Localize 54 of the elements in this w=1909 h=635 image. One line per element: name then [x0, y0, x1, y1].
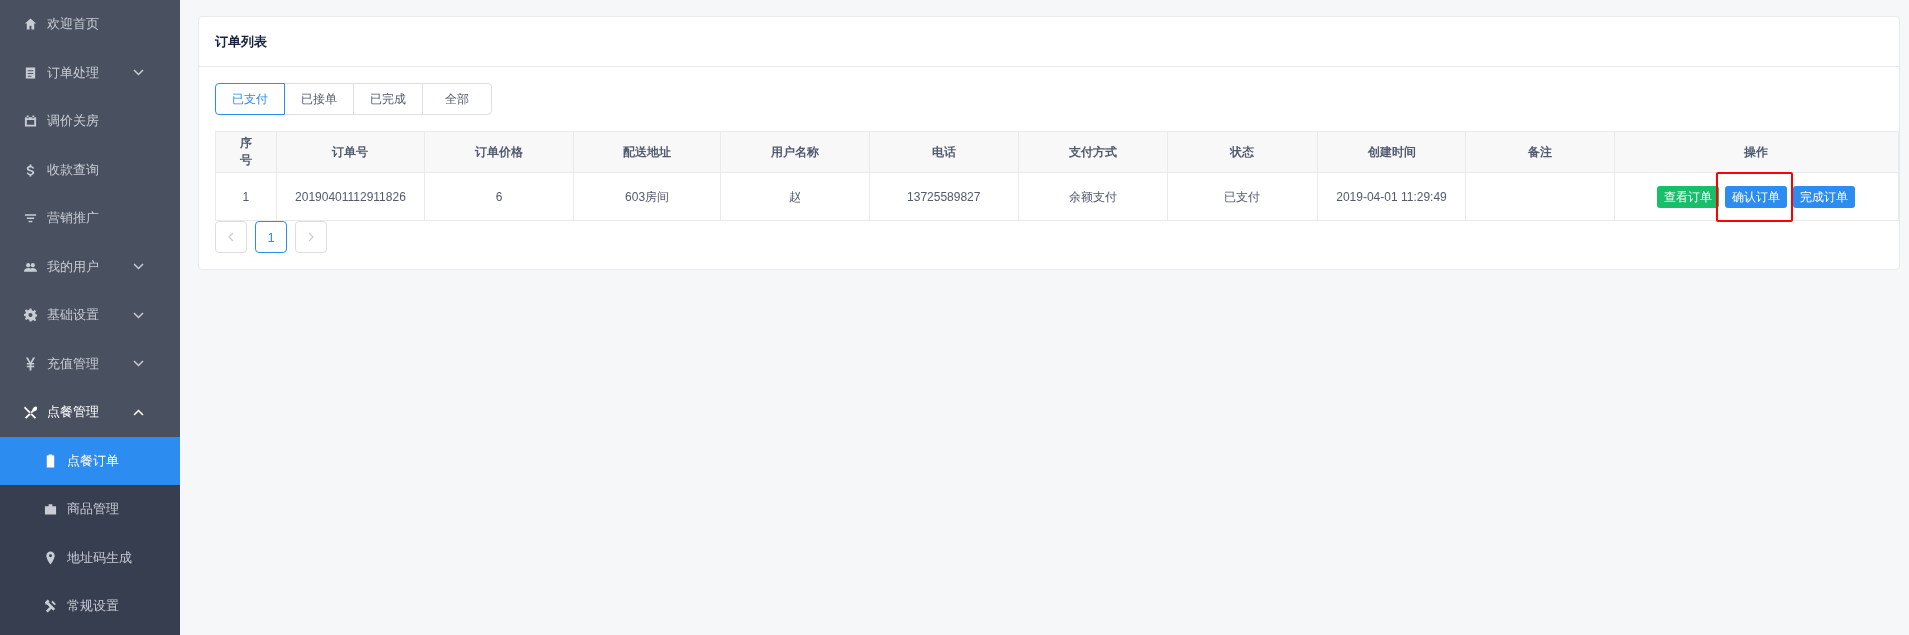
chevron-left-icon	[228, 232, 234, 242]
column-header: 订单号	[276, 131, 425, 173]
table-cell: 6	[424, 172, 574, 221]
sidebar-subitem[interactable]: 商品管理	[0, 485, 180, 534]
dollar-icon	[24, 162, 37, 177]
status-tab[interactable]: 全部	[422, 83, 492, 115]
column-header: 订单价格	[424, 131, 574, 173]
sidebar-item[interactable]: 调价关房	[0, 97, 180, 146]
document-icon	[24, 65, 37, 80]
action-button[interactable]: 确认订单	[1725, 185, 1788, 208]
sidebar-item[interactable]: 营销推广	[0, 194, 180, 243]
home-icon	[24, 17, 37, 32]
table-cell: 余额支付	[1018, 172, 1168, 221]
yen-icon	[24, 356, 37, 371]
table-cell: 1	[215, 172, 277, 221]
column-header: 操作	[1614, 131, 1899, 173]
sidebar-subitem[interactable]: 点餐订单	[0, 436, 180, 485]
clipboard-icon	[44, 453, 57, 468]
table-cell: 2019-04-01 11:29:49	[1317, 172, 1466, 221]
column-header: 支付方式	[1018, 131, 1168, 173]
card-title: 订单列表	[215, 32, 267, 51]
sidebar-item[interactable]: 欢迎首页	[0, 0, 180, 49]
sidebar-item[interactable]: 基础设置	[0, 291, 180, 340]
table-cell: 赵	[720, 172, 870, 221]
column-header: 用户名称	[720, 131, 870, 173]
sidebar-item[interactable]: 收款查询	[0, 145, 180, 194]
sidebar-subitem[interactable]: 常规设置	[0, 582, 180, 631]
column-header: 电话	[869, 131, 1019, 173]
status-tab[interactable]: 已支付	[215, 83, 285, 115]
column-header: 序号	[215, 131, 277, 173]
briefcase-icon	[44, 502, 57, 517]
sidebar-item[interactable]: 订单处理	[0, 48, 180, 97]
utensils-icon	[24, 405, 37, 420]
calendar-icon	[24, 114, 37, 129]
table-cell: 已支付	[1167, 172, 1318, 221]
sidebar-item[interactable]: 充值管理	[0, 339, 180, 388]
sidebar-item[interactable]: 我的用户	[0, 242, 180, 291]
chevron-right-icon	[308, 232, 314, 242]
status-tab[interactable]: 已接单	[284, 83, 354, 115]
column-header: 创建时间	[1317, 131, 1466, 173]
column-header: 备注	[1465, 131, 1615, 173]
column-header: 配送地址	[573, 131, 721, 173]
sidebar-item[interactable]: 点餐管理	[0, 388, 180, 437]
column-header: 状态	[1167, 131, 1318, 173]
page-button[interactable]: 1	[255, 221, 287, 253]
table-cell: 603房间	[573, 172, 721, 221]
status-tab[interactable]: 已完成	[353, 83, 423, 115]
map-pin-icon	[44, 550, 57, 565]
tools-icon	[44, 599, 57, 614]
table-cell: 20190401112911826	[276, 172, 425, 221]
action-button[interactable]: 完成订单	[1793, 185, 1856, 208]
sidebar-subitem[interactable]: 地址码生成	[0, 533, 180, 582]
gear-icon	[24, 308, 37, 323]
table-cell: 13725589827	[869, 172, 1019, 221]
